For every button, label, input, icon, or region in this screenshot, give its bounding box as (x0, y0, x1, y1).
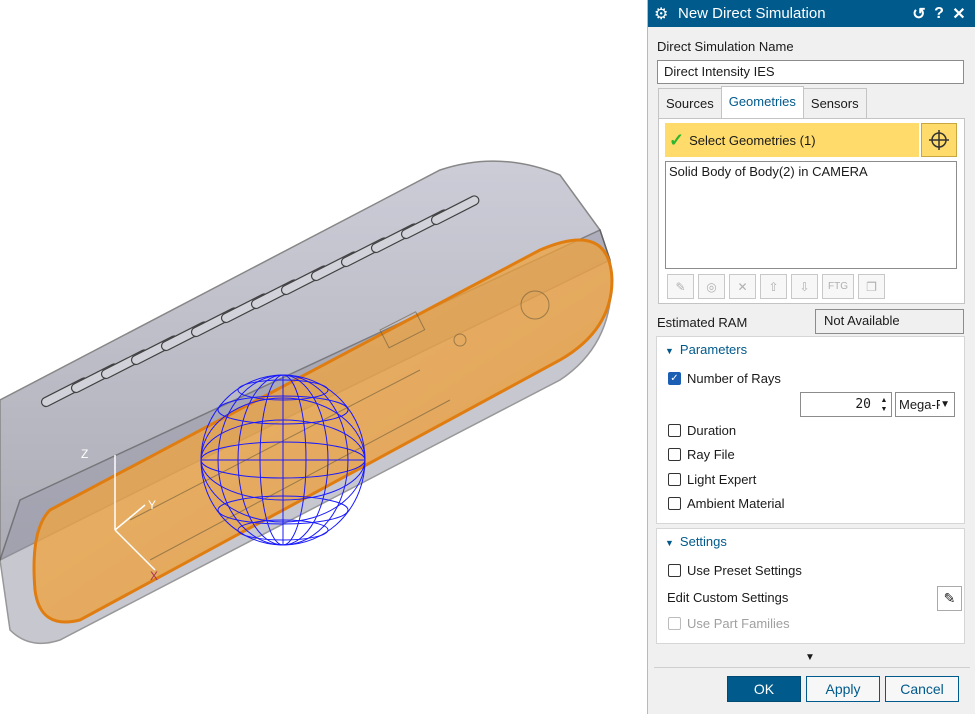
axis-x-label: X (150, 569, 158, 583)
reset-icon[interactable]: ↺ (909, 4, 929, 24)
parameters-header-label: Parameters (679, 342, 748, 357)
close-icon[interactable]: ✕ (949, 4, 969, 24)
axis-z-label: Z (81, 447, 88, 461)
parameters-section: ▼ Parameters ✓ Number of Rays 20 ▲ ▼ Mega-R… (656, 336, 965, 524)
duration-checkbox[interactable]: Duration (668, 423, 736, 438)
collapse-triangle-icon: ▼ (665, 346, 674, 356)
rays-spinner[interactable]: 20 ▲ ▼ (800, 392, 892, 417)
tab-geometries[interactable]: Geometries (720, 86, 804, 118)
checkbox-icon (668, 564, 681, 577)
dialog-title: New Direct Simulation (678, 5, 826, 22)
axis-y-label: Y (148, 498, 156, 512)
rays-value[interactable]: 20 (801, 393, 877, 416)
select-crosshair-button[interactable] (921, 123, 957, 157)
checkbox-icon (668, 424, 681, 437)
checkbox-icon (668, 497, 681, 510)
tab-bar: Sources Geometries Sensors (658, 86, 867, 118)
settings-header-label: Settings (679, 534, 727, 549)
settings-header[interactable]: ▼ Settings (665, 534, 727, 549)
ambient-material-checkbox[interactable]: Ambient Material (668, 496, 785, 511)
collapse-triangle-icon: ▼ (665, 538, 674, 548)
checkbox-icon (668, 617, 681, 630)
cancel-button[interactable]: Cancel (885, 676, 959, 702)
checkbox-checked-icon: ✓ (668, 372, 681, 385)
gear-icon: ⚙ (654, 5, 669, 23)
list-item[interactable]: Solid Body of Body(2) in CAMERA (669, 164, 953, 179)
select-geometries-label: Select Geometries (1) (689, 132, 816, 148)
edit-custom-settings-label: Edit Custom Settings (667, 590, 789, 605)
simulation-name-field[interactable]: Direct Intensity IES (657, 60, 964, 84)
graphics-viewport[interactable]: Z Y X (0, 0, 645, 714)
rays-unit-dropdown[interactable]: Mega-R ▼ (895, 392, 955, 417)
light-expert-label: Light Expert (687, 472, 757, 487)
footer-divider (654, 667, 970, 668)
number-of-rays-label: Number of Rays (687, 371, 781, 386)
duration-label: Duration (687, 423, 737, 438)
edit-icon[interactable]: ✎ (667, 274, 694, 299)
geometries-panel: ✓ Select Geometries (1) Solid Body of Bo… (658, 118, 965, 304)
rays-unit-value: Mega-R (899, 397, 946, 412)
use-part-families-label: Use Part Families (687, 616, 790, 631)
geometry-toolbar: ✎ ◎ ✕ ⇧ ⇩ FTG ❐ (667, 274, 885, 299)
edit-settings-icon: ✎ (943, 590, 956, 606)
copy-icon[interactable]: ❐ (858, 274, 885, 299)
geometries-list[interactable]: Solid Body of Body(2) in CAMERA (665, 161, 957, 269)
ok-button[interactable]: OK (727, 676, 801, 702)
checkbox-icon (668, 448, 681, 461)
move-up-icon[interactable]: ⇧ (760, 274, 787, 299)
filter-icon[interactable]: ◎ (698, 274, 725, 299)
help-icon[interactable]: ? (929, 5, 949, 23)
camera-model-render: Z Y X (0, 160, 614, 645)
number-of-rays-checkbox[interactable]: ✓ Number of Rays (668, 371, 781, 386)
tab-sources[interactable]: Sources (658, 88, 722, 118)
chevron-down-icon: ▼ (940, 399, 950, 410)
estimated-ram-label: Estimated RAM (657, 315, 748, 330)
settings-section: ▼ Settings Use Preset Settings Edit Custo… (656, 528, 965, 644)
estimated-ram-value: Not Available (815, 309, 964, 334)
parameters-header[interactable]: ▼ Parameters (665, 342, 747, 357)
ray-file-label: Ray File (687, 447, 735, 462)
ftg-button[interactable]: FTG (822, 274, 854, 299)
dialog-titlebar[interactable]: ⚙ New Direct Simulation ↺ ? ✕ (648, 0, 975, 27)
edit-custom-settings-button[interactable]: ✎ (937, 586, 962, 611)
apply-button[interactable]: Apply (806, 676, 880, 702)
new-direct-simulation-dialog: ⚙ New Direct Simulation ↺ ? ✕ Direct Sim… (647, 0, 975, 714)
tab-sensors[interactable]: Sensors (802, 88, 867, 118)
spinner-arrows-icon[interactable]: ▲ ▼ (877, 393, 891, 416)
light-expert-checkbox[interactable]: Light Expert (668, 472, 756, 487)
checkbox-icon (668, 473, 681, 486)
move-down-icon[interactable]: ⇩ (791, 274, 818, 299)
ray-file-checkbox[interactable]: Ray File (668, 447, 735, 462)
select-geometries-bar[interactable]: ✓ Select Geometries (1) (665, 123, 919, 157)
use-preset-settings-label: Use Preset Settings (687, 563, 802, 578)
simulation-name-label: Direct Simulation Name (657, 39, 794, 54)
crosshair-icon (929, 130, 949, 150)
use-part-families-checkbox: Use Part Families (668, 616, 790, 631)
ambient-material-label: Ambient Material (687, 496, 785, 511)
use-preset-settings-checkbox[interactable]: Use Preset Settings (668, 563, 802, 578)
delete-icon[interactable]: ✕ (729, 274, 756, 299)
expand-more-icon[interactable]: ▼ (805, 652, 815, 663)
checkmark-icon: ✓ (669, 129, 685, 150)
